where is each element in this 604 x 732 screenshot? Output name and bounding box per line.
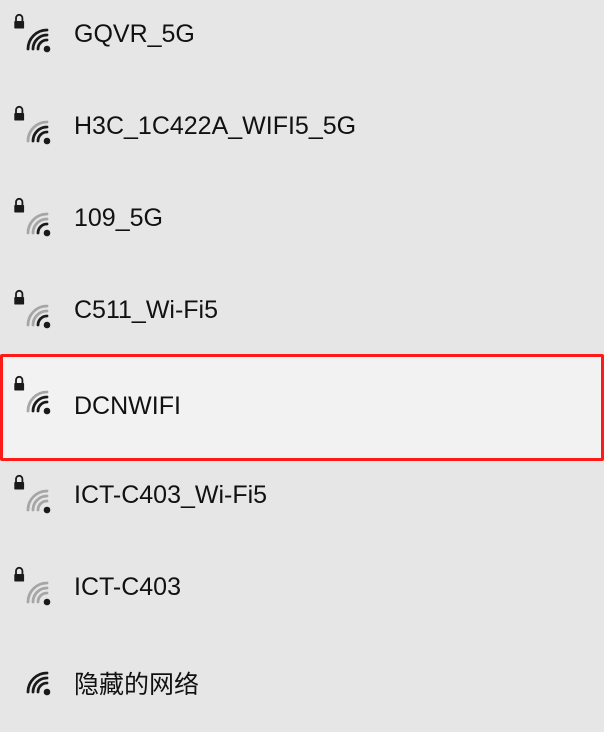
wifi-network-item[interactable]: GQVR_5G (0, 0, 604, 92)
lock-icon (14, 289, 25, 305)
wifi-network-item[interactable]: H3C_1C422A_WIFI5_5G (0, 92, 604, 184)
network-name: C511_Wi-Fi5 (74, 296, 219, 324)
wifi-signal-icon (14, 289, 51, 329)
wifi-network-item[interactable]: 109_5G (0, 184, 604, 276)
wifi-signal-icon (14, 197, 51, 237)
lock-icon (14, 197, 25, 213)
wifi-network-list: GQVR_5G H3C_1C422A_WIFI5_5G 109_5G C511_… (0, 0, 604, 713)
network-name: ICT-C403 (74, 573, 181, 601)
lock-icon (14, 474, 25, 490)
wifi-network-item[interactable]: ICT-C403 (0, 553, 604, 645)
lock-icon (14, 375, 25, 391)
network-name: GQVR_5G (74, 20, 195, 48)
lock-icon (14, 13, 25, 29)
wifi-signal-icon (14, 566, 51, 606)
wifi-network-item[interactable]: ICT-C403_Wi-Fi5 (0, 461, 604, 553)
wifi-signal-icon (14, 105, 51, 145)
wifi-network-item-selected[interactable]: DCNWIFI (0, 354, 604, 461)
wifi-signal-icon (14, 474, 51, 514)
wifi-signal-icon (14, 375, 51, 415)
wifi-signal-icon (14, 13, 51, 53)
network-name: 109_5G (74, 204, 163, 232)
network-name: ICT-C403_Wi-Fi5 (74, 481, 268, 509)
network-name: H3C_1C422A_WIFI5_5G (74, 112, 357, 140)
network-name: 隐藏的网络 (74, 671, 200, 699)
wifi-signal-icon (26, 671, 51, 696)
lock-icon (14, 105, 25, 121)
wifi-network-item-hidden[interactable]: 隐藏的网络 (0, 640, 604, 732)
lock-icon (14, 566, 25, 582)
network-name: DCNWIFI (74, 392, 181, 420)
